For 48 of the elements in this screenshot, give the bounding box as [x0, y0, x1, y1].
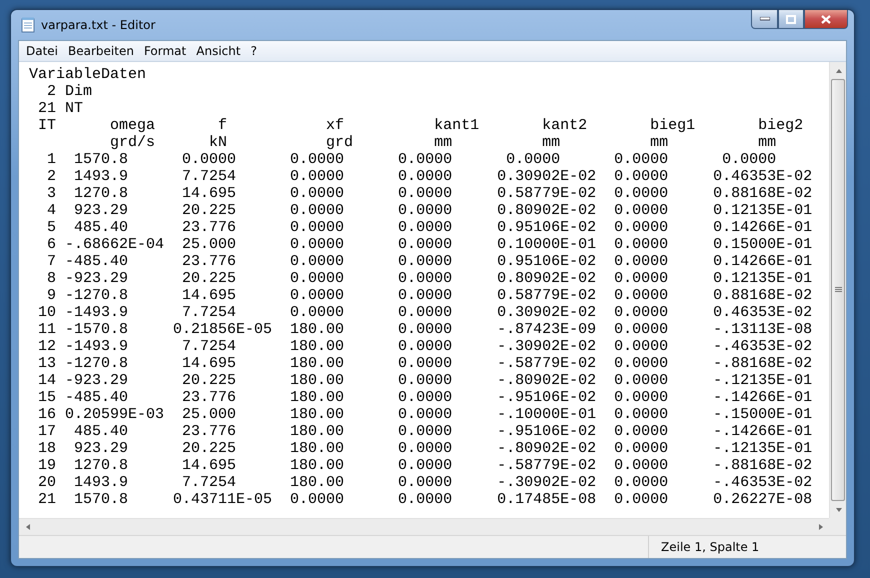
- minimize-button[interactable]: [751, 10, 778, 29]
- scrollbar-thumb[interactable]: [831, 79, 845, 501]
- text-line: 19 1270.8 14.695 180.00 0.0000 -.58779E-02 0.0000 -.88168E-02: [37, 457, 812, 474]
- close-button[interactable]: [804, 10, 848, 29]
- text-line: 10 -1493.9 7.7254 0.0000 0.0000 0.30902E-02 0.0000 0.46353E-02: [37, 304, 812, 321]
- text-line: 8 -923.29 20.225 0.0000 0.0000 0.80902E-02 0.0000 0.12135E-01: [46, 270, 812, 287]
- text-line: 12 -1493.9 7.7254 180.00 0.0000 -.30902E-02 0.0000 -.46353E-02: [37, 338, 812, 355]
- text-line: 4 923.29 20.225 0.0000 0.0000 0.80902E-02 0.0000 0.12135E-01: [46, 202, 812, 219]
- maximize-icon: [786, 14, 796, 24]
- horizontal-scrollbar[interactable]: [19, 518, 829, 535]
- text-line: 21 1570.8 0.43711E-05 0.0000 0.0000 0.17485E-08 0.0000 0.26227E-08: [37, 491, 812, 508]
- menu-item[interactable]: Datei: [21, 42, 64, 60]
- text-line: 6 -.68662E-04 25.000 0.0000 0.0000 0.10000E-01 0.0000 0.15000E-01: [46, 236, 812, 253]
- text-line: 1 1570.8 0.0000 0.0000 0.0000 0.0000 0.0000 0.0000: [46, 151, 776, 168]
- text-line: 9 -1270.8 14.695 0.0000 0.0000 0.58779E-02 0.0000 0.88168E-02: [46, 287, 812, 304]
- text-line: 7 -485.40 23.776 0.0000 0.0000 0.95106E-02 0.0000 0.14266E-01: [46, 253, 812, 270]
- vertical-scrollbar[interactable]: [829, 62, 846, 518]
- right-arrow-icon: [816, 523, 824, 531]
- up-arrow-icon: [834, 66, 842, 74]
- left-arrow-icon: [24, 523, 32, 531]
- close-icon: [821, 14, 831, 24]
- text-line: 13 -1270.8 14.695 180.00 0.0000 -.58779E-02 0.0000 -.88168E-02: [37, 355, 812, 372]
- text-line: 18 923.29 20.225 180.00 0.0000 -.80902E-02 0.0000 -.12135E-01: [37, 440, 812, 457]
- text-line: 17 485.40 23.776 180.00 0.0000 -.95106E-02 0.0000 -.14266E-01: [37, 423, 812, 440]
- text-line: 21 NT: [37, 100, 84, 117]
- cursor-position: Zeile 1, Spalte 1: [648, 536, 846, 558]
- window-title: varpara.txt - Editor: [41, 18, 156, 32]
- notepad-icon: [21, 17, 35, 33]
- text-line: 16 0.20599E-03 25.000 180.00 0.0000 -.10000E-01 0.0000 -.15000E-01: [37, 406, 812, 423]
- text-line: 11 -1570.8 0.21856E-05 180.00 0.0000 -.87423E-09 0.0000 -.13113E-08: [37, 321, 812, 338]
- text-line: 20 1493.9 7.7254 180.00 0.0000 -.30902E-02 0.0000 -.46353E-02: [37, 474, 812, 491]
- down-arrow-icon: [834, 506, 842, 514]
- menu-item[interactable]: Ansicht: [191, 42, 246, 60]
- text-line: 2 1493.9 7.7254 0.0000 0.0000 0.30902E-02 0.0000 0.46353E-02: [46, 168, 812, 185]
- grip-icon: [834, 287, 842, 293]
- text-line: 2 Dim: [46, 83, 92, 100]
- menu-item[interactable]: Bearbeiten: [63, 42, 139, 60]
- text-line: 15 -485.40 23.776 180.00 0.0000 -.95106E-02 0.0000 -.14266E-01: [37, 389, 812, 406]
- menu-item[interactable]: ?: [246, 42, 262, 60]
- text-line: 14 -923.29 20.225 180.00 0.0000 -.80902E-02 0.0000 -.12135E-01: [37, 372, 812, 389]
- text-line: IT omega f xf kant1 kant2 bieg1 bieg2: [37, 117, 804, 134]
- maximize-button[interactable]: [778, 10, 804, 29]
- text-line: VariableDaten: [29, 66, 146, 83]
- minimize-icon: [760, 17, 770, 21]
- text-line: grd/s kN grd mm mm mm mm: [109, 134, 776, 151]
- menu-item[interactable]: Format: [138, 42, 192, 60]
- text-line: 5 485.40 23.776 0.0000 0.0000 0.95106E-02 0.0000 0.14266E-01: [46, 219, 812, 236]
- text-line: 3 1270.8 14.695 0.0000 0.0000 0.58779E-02 0.0000 0.88168E-02: [46, 185, 812, 202]
